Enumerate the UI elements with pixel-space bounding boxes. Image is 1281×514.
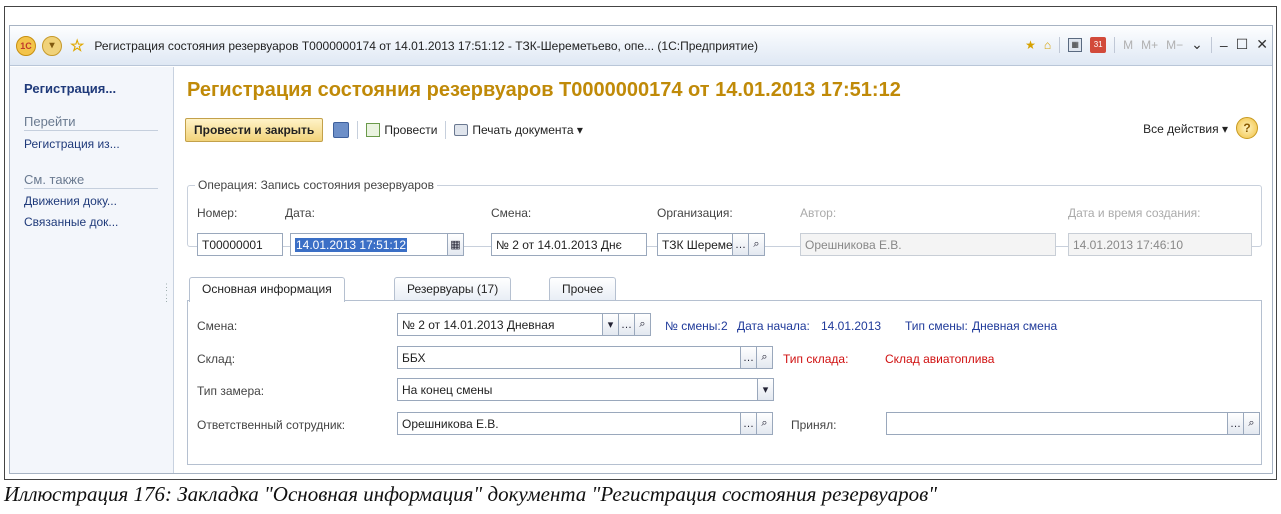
- warehouse-type-label: Тип склада:: [783, 352, 849, 366]
- date-label: Дата:: [285, 206, 315, 220]
- shift-row-label: Смена:: [197, 319, 238, 333]
- divider: [445, 121, 447, 139]
- command-bar: Провести и закрыть Провести Печать докум…: [185, 117, 1262, 143]
- chevron-down-icon[interactable]: ⌄: [1191, 36, 1203, 53]
- 1c-logo-icon[interactable]: 1C: [16, 35, 36, 56]
- select-button[interactable]: …: [618, 313, 635, 336]
- number-label: Номер:: [197, 206, 238, 220]
- author-label: Автор:: [800, 206, 837, 220]
- measure-select[interactable]: На конец смены: [397, 378, 758, 401]
- favorite-star-icon[interactable]: ☆: [70, 36, 84, 56]
- shift-no-value: 2: [721, 319, 728, 333]
- sidebar-title[interactable]: Регистрация...: [24, 81, 116, 96]
- accepted-label: Принял:: [791, 418, 837, 432]
- all-actions-button[interactable]: Все действия ▾: [1143, 122, 1228, 136]
- window-title: Регистрация состояния резервуаров Т00000…: [94, 38, 759, 53]
- title-bar-tools: ★ ⌂ ▦ 31 M M+ M− ⌄ – ☐ ✕: [1025, 36, 1268, 53]
- start-date-value: 14.01.2013: [821, 319, 882, 333]
- tab-other[interactable]: Прочее: [549, 277, 617, 301]
- measure-row-label: Тип замера:: [197, 384, 265, 398]
- search-icon[interactable]: ⌕: [748, 233, 765, 256]
- memory-m-button[interactable]: M: [1123, 38, 1133, 52]
- maximize-button[interactable]: ☐: [1236, 36, 1249, 53]
- search-icon[interactable]: ⌕: [634, 313, 651, 336]
- shift-label: Смена:: [491, 206, 532, 220]
- figure-caption: Иллюстрация 176: Закладка "Основная инфо…: [4, 482, 938, 506]
- responsible-row-label: Ответственный сотрудник:: [197, 418, 346, 432]
- memory-minus-button[interactable]: M−: [1166, 38, 1183, 52]
- tab-strip: Основная информация Резервуары (17) Проч…: [187, 277, 1262, 302]
- author-field: Орешникова Е.В.: [800, 233, 1056, 256]
- window-menu-icon[interactable]: ▾: [42, 35, 62, 56]
- title-bar: 1C ▾ ☆ Регистрация состояния резервуаров…: [10, 26, 1272, 66]
- add-favorite-icon[interactable]: ★: [1025, 38, 1036, 52]
- page-title: Регистрация состояния резервуаров Т00000…: [187, 79, 901, 101]
- document-window: 1C ▾ ☆ Регистрация состояния резервуаров…: [9, 25, 1273, 474]
- created-label: Дата и время создания:: [1068, 206, 1201, 220]
- organization-label: Организация:: [657, 206, 733, 220]
- operation-group-title: Операция: Запись состояния резервуаров: [195, 178, 437, 192]
- calendar-icon[interactable]: 31: [1090, 36, 1107, 53]
- chevron-down-icon[interactable]: ▾: [757, 378, 774, 401]
- shift-field[interactable]: № 2 от 14.01.2013 Днє: [491, 233, 647, 256]
- sidebar-item-related[interactable]: Связанные док...: [24, 215, 118, 229]
- accepted-field[interactable]: [886, 412, 1228, 435]
- chevron-down-icon[interactable]: ▾: [602, 313, 619, 336]
- post-label: Провести: [384, 123, 438, 137]
- organization-field[interactable]: ТЗК Шереме: [657, 233, 733, 256]
- save-icon[interactable]: [333, 122, 350, 138]
- select-button[interactable]: …: [1227, 412, 1244, 435]
- printer-icon: [454, 124, 469, 136]
- search-icon[interactable]: ⌕: [756, 412, 773, 435]
- search-icon[interactable]: ⌕: [756, 346, 773, 369]
- select-button[interactable]: …: [732, 233, 749, 256]
- splitter-handle[interactable]: ⋮ ⋮: [162, 282, 171, 304]
- calculator-icon[interactable]: ▦: [1068, 37, 1083, 52]
- select-button[interactable]: …: [740, 346, 757, 369]
- date-field[interactable]: 14.01.2013 17:51:12: [290, 233, 448, 256]
- divider: [357, 121, 359, 139]
- calendar-picker-icon[interactable]: ▦: [447, 233, 464, 256]
- post-icon: [366, 123, 381, 137]
- sidebar-see-also-header: См. также: [24, 172, 158, 189]
- date-value: 14.01.2013 17:51:12: [295, 238, 408, 252]
- select-button[interactable]: …: [740, 412, 757, 435]
- link-icon[interactable]: ⌂: [1044, 38, 1051, 52]
- responsible-field[interactable]: Орешникова Е.В.: [397, 412, 741, 435]
- sidebar-item-registration[interactable]: Регистрация из...: [24, 137, 120, 151]
- minimize-button[interactable]: –: [1220, 37, 1228, 53]
- warehouse-row-label: Склад:: [197, 352, 236, 366]
- number-field[interactable]: Т00000001: [197, 233, 283, 256]
- post-and-close-button[interactable]: Провести и закрыть: [185, 118, 324, 142]
- tab-main-info[interactable]: Основная информация: [189, 277, 345, 302]
- tab-tanks[interactable]: Резервуары (17): [394, 277, 512, 301]
- divider: [1210, 36, 1212, 53]
- divider: [1059, 36, 1061, 53]
- start-date-label: Дата начала:: [737, 319, 810, 333]
- sidebar-item-movements[interactable]: Движения доку...: [24, 194, 117, 208]
- print-label: Печать документа ▾: [472, 123, 583, 137]
- shift-select[interactable]: № 2 от 14.01.2013 Дневная: [397, 313, 603, 336]
- shift-type-label: Тип смены:: [905, 319, 968, 333]
- post-button[interactable]: Провести: [366, 123, 437, 137]
- sidebar-goto-header: Перейти: [24, 114, 158, 131]
- shift-type-value: Дневная смена: [972, 319, 1058, 333]
- form-area: Регистрация состояния резервуаров Т00000…: [175, 67, 1272, 473]
- warehouse-type-value: Склад авиатоплива: [885, 352, 995, 366]
- navigation-panel: Регистрация... Перейти Регистрация из...…: [10, 67, 174, 473]
- help-icon[interactable]: ?: [1236, 117, 1258, 139]
- close-button[interactable]: ✕: [1256, 36, 1268, 53]
- divider: [1114, 36, 1116, 53]
- search-icon[interactable]: ⌕: [1243, 412, 1260, 435]
- memory-plus-button[interactable]: M+: [1141, 38, 1158, 52]
- created-field: 14.01.2013 17:46:10: [1068, 233, 1252, 256]
- warehouse-field[interactable]: ББХ: [397, 346, 741, 369]
- page: 1C ▾ ☆ Регистрация состояния резервуаров…: [0, 0, 1281, 514]
- print-button[interactable]: Печать документа ▾: [454, 123, 583, 137]
- shift-no-label: № смены:: [665, 319, 721, 333]
